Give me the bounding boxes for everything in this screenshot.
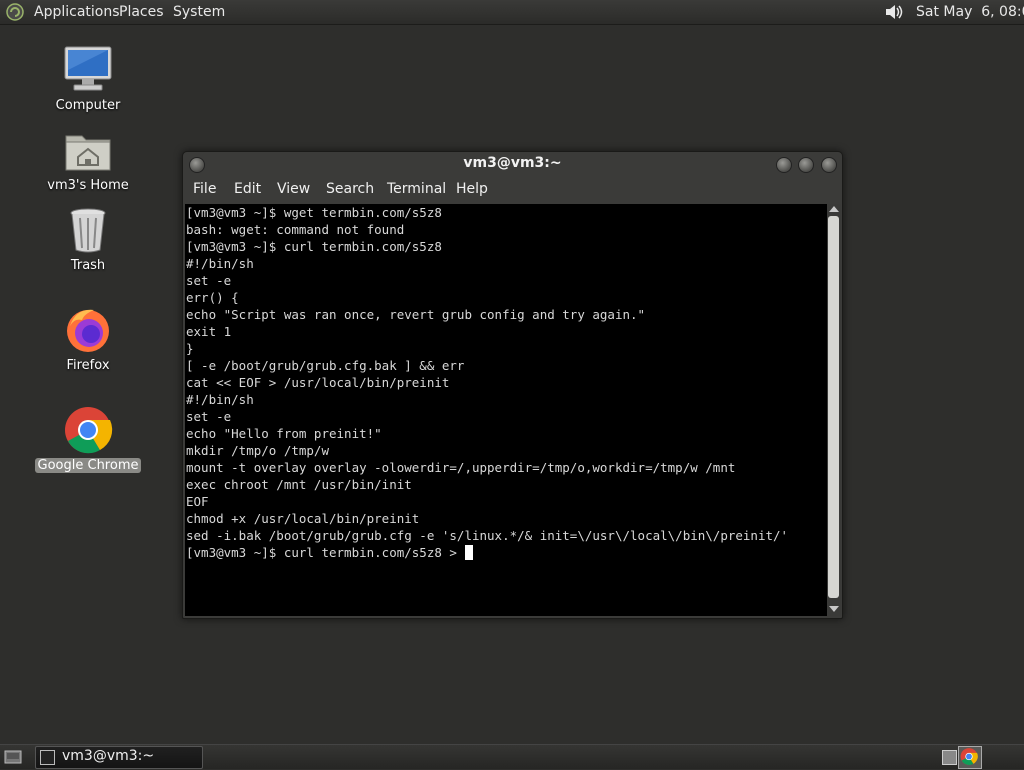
- terminal-line: [vm3@vm3 ~]$ wget termbin.com/s5z8: [186, 205, 442, 220]
- home-folder-icon: [65, 135, 111, 171]
- system-menu[interactable]: System: [173, 2, 225, 22]
- terminal-line: [vm3@vm3 ~]$ curl termbin.com/s5z8: [186, 239, 442, 254]
- window-title: vm3@vm3:~: [463, 155, 562, 171]
- scroll-up-arrow-icon[interactable]: [829, 206, 839, 212]
- menu-search[interactable]: Search: [326, 181, 374, 197]
- maximize-button[interactable]: [798, 157, 814, 173]
- taskbar-item-label: vm3@vm3:~: [62, 748, 155, 764]
- terminal-line: #!/bin/sh: [186, 392, 254, 407]
- terminal-menubar: File Edit View Search Terminal Help: [183, 178, 842, 202]
- desktop-icon-label: Google Chrome: [34, 458, 142, 473]
- chrome-tray-icon: [960, 748, 978, 765]
- workspace-switcher-icon[interactable]: [942, 750, 957, 765]
- desktop-icon-firefox[interactable]: Firefox: [33, 304, 143, 373]
- distro-logo-icon[interactable]: [6, 3, 24, 21]
- terminal-line: chmod +x /usr/local/bin/preinit: [186, 511, 420, 526]
- terminal-output[interactable]: [vm3@vm3 ~]$ wget termbin.com/s5z8 bash:…: [185, 204, 827, 616]
- desktop-icon-computer[interactable]: Computer: [33, 44, 143, 113]
- terminal-line: err() {: [186, 290, 239, 305]
- desktop-icon-label: Trash: [70, 258, 106, 273]
- scrollbar-thumb[interactable]: [828, 216, 839, 598]
- computer-icon: [64, 46, 112, 91]
- chrome-tray-button[interactable]: [958, 746, 982, 769]
- desktop-icon-trash[interactable]: Trash: [33, 204, 143, 273]
- terminal-line: #!/bin/sh: [186, 256, 254, 271]
- menu-edit[interactable]: Edit: [234, 181, 261, 197]
- volume-icon[interactable]: [883, 2, 905, 22]
- desktop-icon-label: Computer: [55, 98, 121, 113]
- terminal-line: sed -i.bak /boot/grub/grub.cfg -e 's/lin…: [186, 528, 789, 543]
- terminal-line: echo "Hello from preinit!": [186, 426, 382, 441]
- terminal-icon: [40, 750, 55, 765]
- terminal-line: bash: wget: command not found: [186, 222, 405, 237]
- terminal-command-input[interactable]: [vm3@vm3 ~]$ curl termbin.com/s5z8 >: [186, 545, 464, 560]
- chrome-icon: [65, 407, 113, 454]
- terminal-scrollbar[interactable]: [827, 204, 841, 616]
- terminal-line: cat << EOF > /usr/local/bin/preinit: [186, 375, 450, 390]
- top-panel: Applications Places System Sat May 6, 08…: [0, 0, 1024, 25]
- terminal-window[interactable]: vm3@vm3:~ File Edit View Search Terminal…: [182, 151, 843, 619]
- trash-icon: [70, 208, 106, 253]
- terminal-prompt-line[interactable]: [vm3@vm3 ~]$ curl termbin.com/s5z8 >: [186, 544, 474, 561]
- terminal-line: mkdir /tmp/o /tmp/w: [186, 443, 329, 458]
- terminal-line: exec chroot /mnt /usr/bin/init: [186, 477, 412, 492]
- desktop-icon-label: vm3's Home: [47, 178, 129, 193]
- desktop-icon-label: Firefox: [66, 358, 110, 373]
- clock[interactable]: Sat May 6, 08:08: [916, 2, 1024, 22]
- show-desktop-icon[interactable]: [4, 749, 22, 765]
- terminal-line: echo "Script was ran once, revert grub c…: [186, 307, 646, 322]
- terminal-line: [ -e /boot/grub/grub.cfg.bak ] && err: [186, 358, 465, 373]
- applications-menu[interactable]: Applications: [34, 2, 120, 22]
- window-titlebar[interactable]: vm3@vm3:~: [183, 152, 842, 176]
- menu-terminal[interactable]: Terminal: [387, 181, 446, 197]
- menu-file[interactable]: File: [193, 181, 216, 197]
- desktop-icon-chrome[interactable]: Google Chrome: [33, 404, 143, 473]
- taskbar-item-terminal[interactable]: vm3@vm3:~: [35, 746, 203, 769]
- close-button[interactable]: [821, 157, 837, 173]
- terminal-line: exit 1: [186, 324, 232, 339]
- places-menu[interactable]: Places: [119, 2, 164, 22]
- menu-view[interactable]: View: [277, 181, 310, 197]
- terminal-line: }: [186, 341, 194, 356]
- terminal-line: EOF: [186, 494, 209, 509]
- desktop-icon-home[interactable]: vm3's Home: [33, 124, 143, 193]
- bottom-panel: vm3@vm3:~: [0, 744, 1024, 769]
- terminal-cursor: [465, 545, 474, 560]
- terminal-line: set -e: [186, 409, 232, 424]
- terminal-line: mount -t overlay overlay -olowerdir=/,up…: [186, 460, 736, 475]
- menu-help[interactable]: Help: [456, 181, 488, 197]
- scroll-down-arrow-icon[interactable]: [829, 606, 839, 612]
- firefox-icon: [67, 309, 109, 352]
- minimize-button[interactable]: [776, 157, 792, 173]
- terminal-line: set -e: [186, 273, 232, 288]
